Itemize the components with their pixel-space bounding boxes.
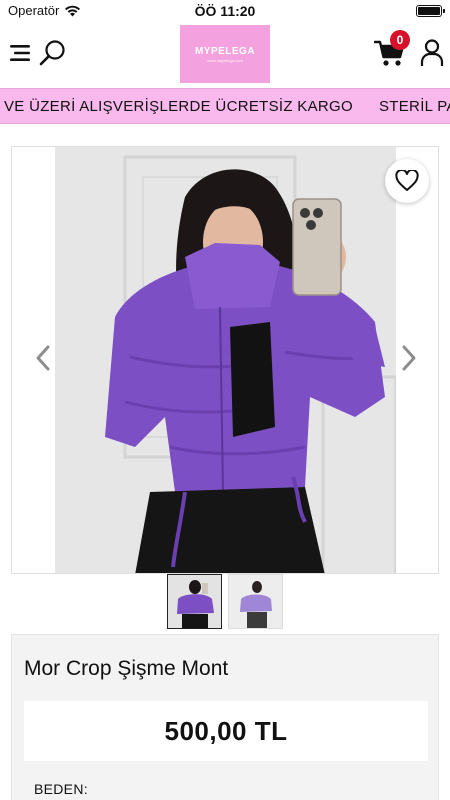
site-logo[interactable]: MYPELEGA www.mypelega.com — [180, 25, 270, 83]
site-header: MYPELEGA www.mypelega.com 0 — [0, 22, 450, 86]
promo-track: VE ÜZERİ ALIŞVERİŞLERDE ÜCRETSİZ KARGO S… — [4, 98, 450, 115]
product-photo-illustration — [55, 147, 396, 573]
product-photo — [55, 147, 396, 573]
thumbnail-1[interactable] — [167, 574, 222, 629]
chevron-left-icon[interactable] — [32, 343, 56, 373]
product-title: Mor Crop Şişme Mont — [24, 657, 229, 680]
product-price: 500,00 TL — [164, 715, 288, 746]
search-icon[interactable] — [38, 38, 68, 68]
heart-icon — [395, 170, 419, 191]
wishlist-button[interactable] — [385, 159, 429, 203]
logo-subtext: www.mypelega.com — [207, 57, 243, 63]
cart-count-badge: 0 — [390, 30, 410, 50]
chevron-right-icon[interactable] — [396, 343, 420, 373]
product-info-card: Mor Crop Şişme Mont 500,00 TL BEDEN: — [11, 634, 439, 800]
promo-banner: VE ÜZERİ ALIŞVERİŞLERDE ÜCRETSİZ KARGO S… — [0, 88, 450, 124]
promo-message: STERİL PAKETLEME — [378, 98, 450, 115]
thumbnail-image — [168, 575, 221, 628]
menu-icon[interactable] — [10, 42, 32, 64]
price-box: 500,00 TL — [24, 701, 428, 761]
battery-icon — [416, 5, 445, 17]
status-time: ÖÖ 11:20 — [194, 3, 256, 19]
logo-text: MYPELEGA — [194, 45, 256, 57]
product-image-slider[interactable] — [11, 146, 439, 574]
promo-message: VE ÜZERİ ALIŞVERİŞLERDE ÜCRETSİZ KARGO — [4, 98, 353, 115]
thumbnail-strip — [167, 574, 283, 629]
thumbnail-2[interactable] — [228, 574, 283, 629]
status-bar: Operatör ÖÖ 11:20 — [0, 0, 450, 22]
user-icon[interactable] — [420, 38, 444, 68]
thumbnail-image — [229, 575, 282, 628]
size-label: BEDEN: — [34, 781, 88, 797]
